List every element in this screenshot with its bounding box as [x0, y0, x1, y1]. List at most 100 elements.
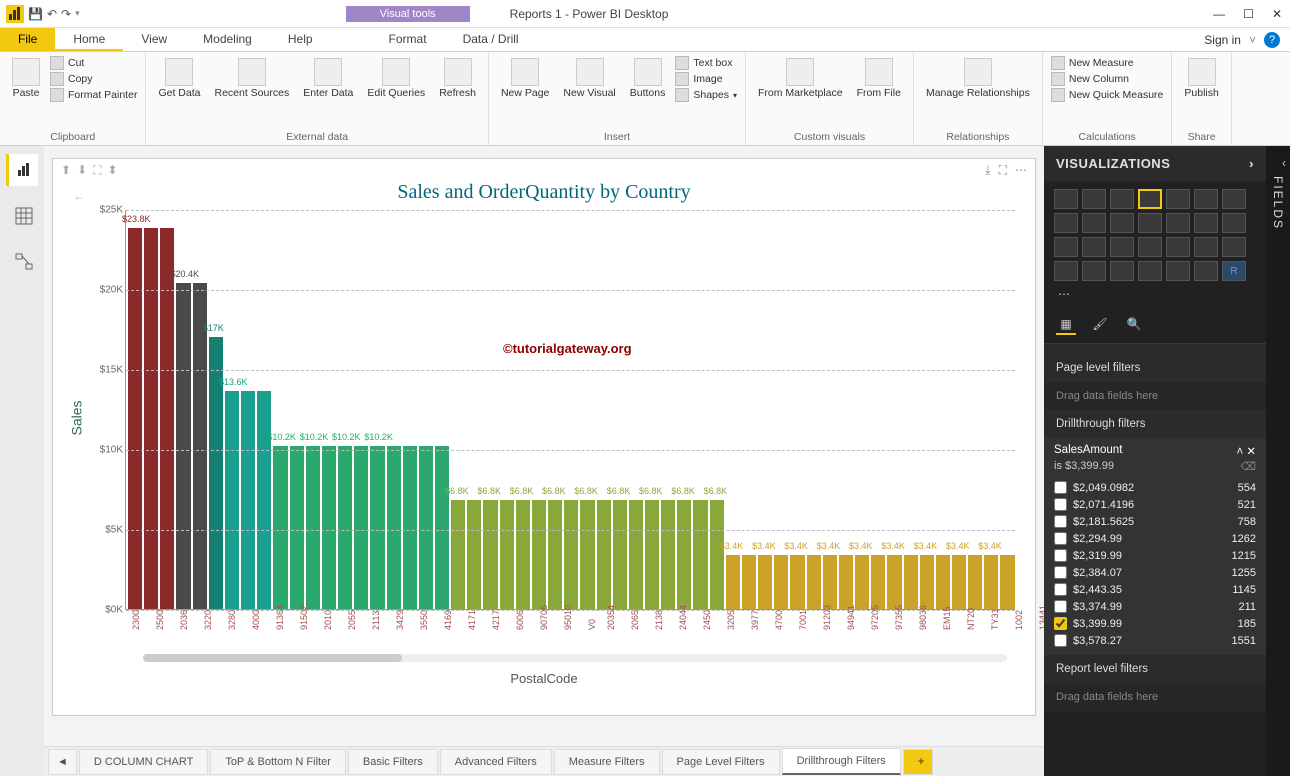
get-data-button[interactable]: Get Data: [154, 56, 204, 102]
page-tab[interactable]: Page Level Filters: [662, 749, 780, 775]
filter-value-row[interactable]: $2,384.071255: [1054, 564, 1256, 581]
filter-checkbox[interactable]: [1054, 634, 1067, 647]
data-view-icon[interactable]: [6, 200, 38, 232]
bar[interactable]: [629, 500, 643, 609]
bar[interactable]: $3.4K: [790, 555, 804, 609]
page-tab[interactable]: Drillthrough Filters: [782, 748, 901, 775]
bar[interactable]: [160, 228, 174, 609]
bar[interactable]: [742, 555, 756, 609]
horizontal-scrollbar[interactable]: [143, 654, 1007, 662]
viz-type-icon[interactable]: [1194, 189, 1218, 209]
refresh-button[interactable]: Refresh: [435, 56, 480, 102]
bar[interactable]: $6.8K: [645, 500, 659, 609]
viz-type-icon[interactable]: [1054, 213, 1078, 233]
viz-type-icon[interactable]: [1166, 189, 1190, 209]
filter-checkbox[interactable]: [1054, 617, 1067, 630]
bar[interactable]: [564, 500, 578, 609]
viz-type-icon[interactable]: [1082, 261, 1106, 281]
format-tab-icon[interactable]: 🖌: [1090, 317, 1110, 335]
viz-type-icon[interactable]: [1082, 189, 1106, 209]
viz-type-icon[interactable]: [1054, 189, 1078, 209]
viz-more-icon[interactable]: ⋯: [1054, 285, 1078, 303]
undo-icon[interactable]: ↶: [47, 7, 57, 21]
viz-type-icon[interactable]: [1222, 189, 1246, 209]
filter-checkbox[interactable]: [1054, 481, 1067, 494]
viz-type-icon[interactable]: [1054, 261, 1078, 281]
report-canvas[interactable]: ⬆ ⬇ ⛶ ⬍ ⤓ ⛶ ⋯ ← Sales and OrderQuantity …: [52, 158, 1036, 716]
bar[interactable]: [144, 228, 158, 609]
chevron-right-icon[interactable]: ›: [1249, 156, 1254, 171]
qat-dropdown-icon[interactable]: ▾: [75, 8, 80, 19]
manage-relationships-button[interactable]: Manage Relationships: [922, 56, 1034, 102]
viz-type-icon[interactable]: [1194, 261, 1218, 281]
edit-queries-button[interactable]: Edit Queries: [363, 56, 429, 102]
bar[interactable]: [241, 391, 255, 609]
bar[interactable]: $10.2K: [273, 446, 287, 609]
page-filters-dropzone[interactable]: Drag data fields here: [1044, 382, 1266, 410]
cut-button[interactable]: Cut: [50, 56, 137, 70]
shapes-button[interactable]: Shapes▾: [675, 88, 737, 102]
bar[interactable]: $3.4K: [758, 555, 772, 609]
viz-type-icon[interactable]: R: [1222, 261, 1246, 281]
bar[interactable]: [904, 555, 918, 609]
add-page-button[interactable]: +: [903, 749, 933, 775]
viz-type-icon[interactable]: [1110, 213, 1134, 233]
page-tab[interactable]: Basic Filters: [348, 749, 438, 775]
page-tab[interactable]: D COLUMN CHART: [79, 749, 208, 775]
new-page-button[interactable]: New Page: [497, 56, 553, 102]
viz-type-icon[interactable]: [1138, 189, 1162, 209]
bar[interactable]: [354, 446, 368, 609]
viz-type-icon[interactable]: [1138, 213, 1162, 233]
bar[interactable]: $6.8K: [516, 500, 530, 609]
viz-type-icon[interactable]: [1110, 189, 1134, 209]
fields-tab-icon[interactable]: ▦: [1056, 317, 1076, 335]
filter-value-row[interactable]: $3,578.271551: [1054, 632, 1256, 649]
bar[interactable]: $6.8K: [710, 500, 724, 609]
new-measure-button[interactable]: New Measure: [1051, 56, 1164, 70]
close-icon[interactable]: ✕: [1272, 7, 1282, 21]
paste-button[interactable]: Paste: [8, 56, 44, 102]
new-quick-measure-button[interactable]: New Quick Measure: [1051, 88, 1164, 102]
menu-datadrill[interactable]: Data / Drill: [445, 28, 537, 51]
viz-type-icon[interactable]: [1194, 213, 1218, 233]
export-icon[interactable]: ⤓: [985, 163, 990, 178]
filter-value-row[interactable]: $3,374.99211: [1054, 598, 1256, 615]
bar[interactable]: $6.8K: [483, 500, 497, 609]
bar[interactable]: $20.4K: [176, 283, 190, 609]
maximize-icon[interactable]: ☐: [1243, 7, 1254, 21]
bar[interactable]: $6.8K: [613, 500, 627, 609]
viz-type-icon[interactable]: [1082, 237, 1106, 257]
filter-value-row[interactable]: $3,399.99185: [1054, 615, 1256, 632]
tab-nav-prev[interactable]: ◄: [48, 749, 77, 775]
filter-checkbox[interactable]: [1054, 515, 1067, 528]
bar[interactable]: [257, 391, 271, 609]
bar[interactable]: [774, 555, 788, 609]
expand-icon[interactable]: ⛶: [93, 163, 101, 178]
new-visual-button[interactable]: New Visual: [559, 56, 619, 102]
viz-type-icon[interactable]: [1166, 213, 1190, 233]
analytics-tab-icon[interactable]: 🔍: [1124, 317, 1144, 335]
bar[interactable]: $10.2K: [306, 446, 320, 609]
bar[interactable]: [387, 446, 401, 609]
bar[interactable]: $13.6K: [225, 391, 239, 609]
page-tab[interactable]: Measure Filters: [554, 749, 660, 775]
fields-pane-collapsed[interactable]: FIELDS: [1266, 146, 1290, 776]
from-marketplace-button[interactable]: From Marketplace: [754, 56, 847, 102]
salesamount-filter-card[interactable]: SalesAmount ˄ ✕ is $3,399.99 ⌫ $2,049.09…: [1044, 438, 1266, 655]
viz-type-icon[interactable]: [1166, 237, 1190, 257]
bar[interactable]: [807, 555, 821, 609]
recent-sources-button[interactable]: Recent Sources: [210, 56, 293, 102]
viz-type-icon[interactable]: [1110, 237, 1134, 257]
bar[interactable]: [467, 500, 481, 609]
bar[interactable]: $3.4K: [855, 555, 869, 609]
signin-link[interactable]: Sign in: [1204, 33, 1241, 47]
bar[interactable]: [968, 555, 982, 609]
bar[interactable]: [419, 446, 433, 609]
clear-filter-icon[interactable]: ⌫: [1240, 460, 1256, 473]
ribbon-collapse-icon[interactable]: ˅: [1249, 33, 1256, 47]
bar[interactable]: $10.2K: [338, 446, 352, 609]
drill-up-icon[interactable]: ⬆: [61, 163, 71, 178]
filter-checkbox[interactable]: [1054, 498, 1067, 511]
menu-modeling[interactable]: Modeling: [185, 28, 270, 51]
page-tab[interactable]: ToP & Bottom N Filter: [210, 749, 346, 775]
